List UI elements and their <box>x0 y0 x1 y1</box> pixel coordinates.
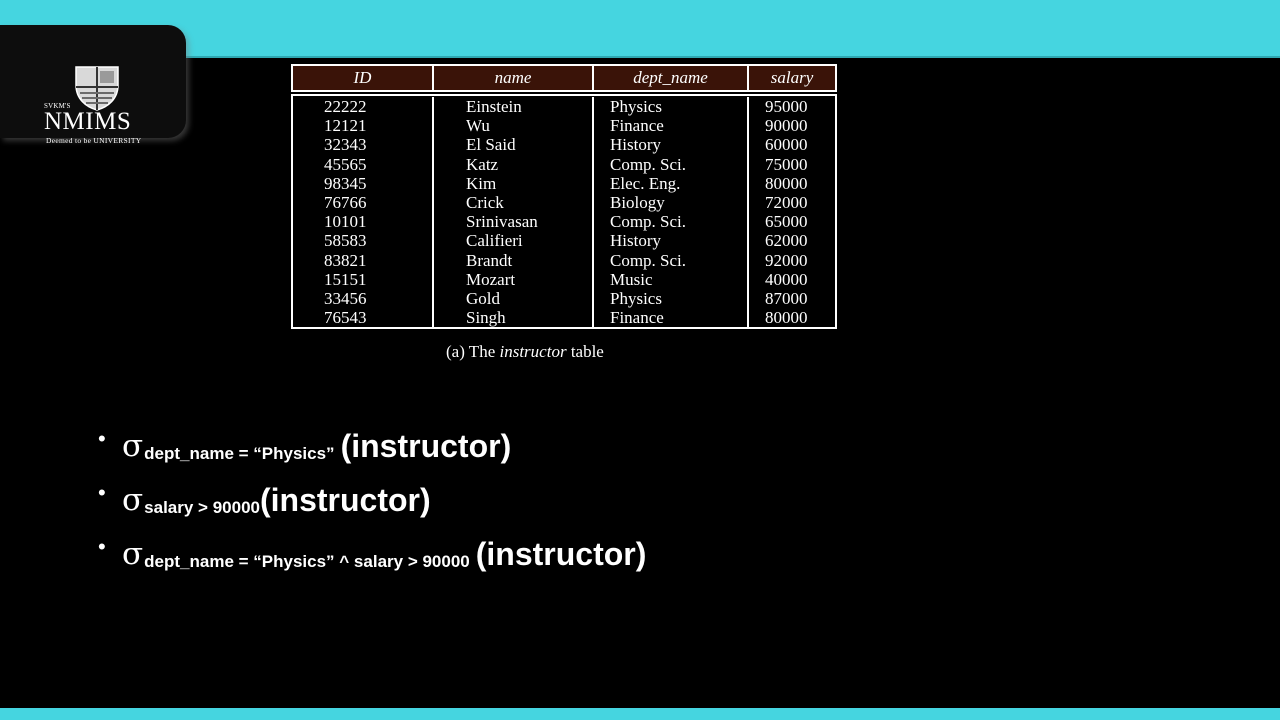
cell-name: Mozart <box>434 269 594 289</box>
caption-italic: instructor <box>499 342 567 361</box>
top-accent-band <box>0 0 1280 58</box>
bullet-dot-icon: • <box>98 480 106 505</box>
cell-salary: 62000 <box>765 231 808 251</box>
table-row: 45565 Katz Comp. Sci. 75000 <box>293 154 835 174</box>
relation-name: (instructor) <box>340 428 512 464</box>
cell-salary: 87000 <box>765 288 808 308</box>
cell-salary: 80000 <box>765 308 808 328</box>
table-row: 33456 Gold Physics 87000 <box>293 288 835 309</box>
cell-name: Brandt <box>434 250 594 270</box>
header-salary: salary <box>770 68 814 87</box>
header-dept-name: dept_name <box>594 66 749 90</box>
cell-salary: 60000 <box>765 135 808 155</box>
sigma-symbol: σ <box>122 536 144 572</box>
cell-name: Singh <box>434 308 594 328</box>
cell-dept-name: Elec. Eng. <box>594 173 749 193</box>
cell-salary: 92000 <box>765 250 808 270</box>
caption-suffix: table <box>570 342 604 361</box>
bullet-dot-icon: • <box>98 534 106 559</box>
cell-name: Crick <box>434 192 594 213</box>
cell-dept-name: Comp. Sci. <box>594 154 749 174</box>
cell-id: 83821 <box>293 250 434 270</box>
cell-salary: 90000 <box>765 116 808 136</box>
cell-dept-name: Comp. Sci. <box>594 212 749 232</box>
shield-logo-icon <box>75 66 119 111</box>
table-row: 98345 Kim Elec. Eng. 80000 <box>293 173 835 193</box>
cell-dept-name: Physics <box>594 97 749 117</box>
relation-name: (instructor) <box>475 536 647 572</box>
selection-examples-list: • σ dept_name = “Physics” (instructor) •… <box>98 408 647 572</box>
table-header-row: ID name dept_name salary <box>291 64 837 92</box>
cell-salary: 80000 <box>765 173 808 193</box>
cell-name: Gold <box>434 288 594 309</box>
table-row: 76543 Singh Finance 80000 <box>293 308 835 328</box>
cell-dept-name: Biology <box>594 192 749 213</box>
cell-id: 12121 <box>293 116 434 136</box>
header-id: ID <box>293 66 434 90</box>
table-row: 22222 Einstein Physics 95000 <box>293 97 835 117</box>
cell-dept-name: Music <box>594 269 749 289</box>
bullet-dot-icon: • <box>98 426 106 451</box>
table-row: 58583 Califieri History 62000 <box>293 231 835 251</box>
cell-name: Einstein <box>434 97 594 117</box>
cell-id: 98345 <box>293 173 434 193</box>
sigma-symbol: σ <box>122 428 144 464</box>
list-item: • σ salary > 90000 (instructor) <box>98 462 646 518</box>
cell-dept-name: Finance <box>594 116 749 136</box>
cell-name: Kim <box>434 173 594 193</box>
cell-id: 45565 <box>293 154 434 174</box>
cell-salary: 95000 <box>765 97 808 116</box>
cell-salary: 72000 <box>765 192 808 212</box>
list-item: • σ dept_name = “Physics” ^ salary > 900… <box>98 516 647 572</box>
cell-id: 58583 <box>293 231 434 251</box>
table-row: 15151 Mozart Music 40000 <box>293 269 835 289</box>
table-caption: (a) The instructor table <box>446 342 604 362</box>
cell-name: Srinivasan <box>434 212 594 232</box>
cell-dept-name: History <box>594 135 749 155</box>
bottom-accent-band <box>0 708 1280 720</box>
relation-name: (instructor) <box>259 482 431 518</box>
header-name: name <box>434 66 594 90</box>
caption-prefix: (a) The <box>446 342 496 361</box>
table-row: 83821 Brandt Comp. Sci. 92000 <box>293 250 835 270</box>
table-row: 10101 Srinivasan Comp. Sci. 65000 <box>293 212 835 232</box>
cell-id: 76543 <box>293 308 434 328</box>
cell-id: 32343 <box>293 135 434 155</box>
logo-name: NMIMS <box>44 108 132 135</box>
table-body: 22222 Einstein Physics 95000 12121 Wu Fi… <box>291 94 837 330</box>
selection-predicate: salary > 90000 <box>144 498 260 517</box>
list-item: • σ dept_name = “Physics” (instructor) <box>98 408 646 464</box>
cell-salary: 65000 <box>765 212 808 232</box>
table-row: 32343 El Said History 60000 <box>293 135 835 155</box>
logo-tagline: Deemed to be UNIVERSITY <box>46 136 142 145</box>
selection-predicate: dept_name = “Physics” ^ salary > 90000 <box>144 552 470 571</box>
cell-salary: 75000 <box>765 154 808 174</box>
logo-panel: SVKM'S NMIMS Deemed to be UNIVERSITY <box>0 25 186 145</box>
cell-dept-name: Comp. Sci. <box>594 250 749 270</box>
cell-dept-name: Finance <box>594 308 749 328</box>
table-row: 76766 Crick Biology 72000 <box>293 192 835 213</box>
cell-name: El Said <box>434 135 594 155</box>
selection-predicate: dept_name = “Physics” <box>144 444 335 463</box>
table-row: 12121 Wu Finance 90000 <box>293 116 835 136</box>
cell-salary: 40000 <box>765 269 808 289</box>
cell-dept-name: History <box>594 231 749 251</box>
cell-id: 10101 <box>293 212 434 232</box>
cell-name: Califieri <box>434 231 594 251</box>
sigma-symbol: σ <box>122 482 144 518</box>
cell-id: 33456 <box>293 288 434 309</box>
instructor-table: ID name dept_name salary 22222 Einstein … <box>291 64 837 330</box>
cell-id: 15151 <box>293 269 434 289</box>
cell-name: Wu <box>434 116 594 136</box>
cell-id: 22222 <box>293 97 434 117</box>
cell-dept-name: Physics <box>594 288 749 309</box>
cell-id: 76766 <box>293 192 434 213</box>
cell-name: Katz <box>434 154 594 174</box>
